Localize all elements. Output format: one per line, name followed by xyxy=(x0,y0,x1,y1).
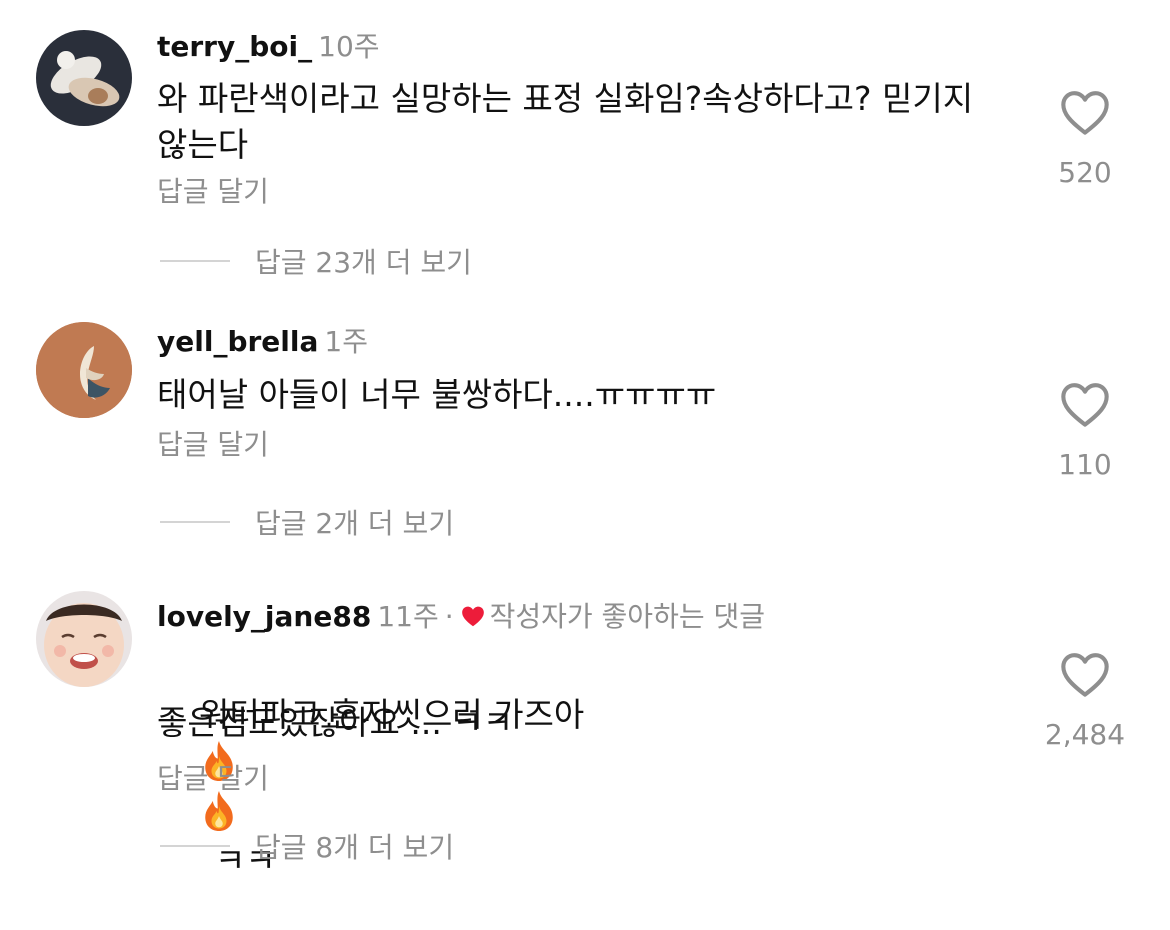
comment-meta: terry_boi_ 10주 xyxy=(157,30,380,64)
comment-text: 와 파란색이라고 실망하는 표정 실화임?속상하다고? 믿기지 않는다 xyxy=(157,79,974,164)
username[interactable]: terry_boi_ xyxy=(157,30,312,63)
avatar[interactable] xyxy=(36,30,132,126)
comment-time: 11주 xyxy=(377,600,439,633)
view-replies-label: 답글 23개 더 보기 xyxy=(255,246,472,279)
comment-meta: yell_brella 1주 xyxy=(157,325,368,359)
username[interactable]: yell_brella xyxy=(157,325,318,358)
separator-dot: · xyxy=(444,600,454,633)
avatar-image xyxy=(36,30,132,126)
heart-outline-icon[interactable] xyxy=(1059,380,1111,428)
view-replies-button[interactable]: 답글 2개 더 보기 xyxy=(160,502,454,542)
divider-line xyxy=(160,260,230,262)
like-group: 2,484 xyxy=(1040,650,1130,751)
comment-meta: lovely_jane88 11주 · 작성자가 좋아하는 댓글 xyxy=(157,600,765,634)
heart-filled-icon xyxy=(461,606,484,627)
creator-liked-label: 작성자가 좋아하는 댓글 xyxy=(489,600,766,633)
like-count: 2,484 xyxy=(1044,718,1126,751)
reply-button[interactable]: 답글 달기 xyxy=(157,175,269,209)
heart-outline-icon[interactable] xyxy=(1059,650,1111,698)
like-count: 520 xyxy=(1058,156,1112,189)
view-replies-label: 답글 2개 더 보기 xyxy=(255,507,455,540)
view-replies-button[interactable]: 답글 8개 더 보기 xyxy=(160,826,454,866)
comment-time: 10주 xyxy=(318,30,380,63)
like-group: 110 xyxy=(1040,380,1130,481)
divider-line xyxy=(160,845,230,847)
comment-time: 1주 xyxy=(324,325,368,358)
reply-button[interactable]: 답글 달기 xyxy=(157,762,269,796)
avatar[interactable] xyxy=(36,591,132,687)
comment-text: 워터파크 혼자씻으러 가즈아 ㅋㅋ xyxy=(157,646,1017,930)
like-group: 520 xyxy=(1040,88,1130,189)
heart-outline-icon[interactable] xyxy=(1059,88,1111,136)
divider-line xyxy=(160,521,230,523)
comment-text: 태어날 아들이 너무 불쌍하다....ㅠㅠㅠㅠ xyxy=(157,375,717,414)
view-replies-label: 답글 8개 더 보기 xyxy=(255,831,455,864)
view-replies-button[interactable]: 답글 23개 더 보기 xyxy=(160,241,472,281)
reply-button[interactable]: 답글 달기 xyxy=(157,428,269,462)
username[interactable]: lovely_jane88 xyxy=(157,600,371,633)
like-count: 110 xyxy=(1058,448,1112,481)
comment-text-line-2: 좋은점도있잖아요 ... ㅋㅋ xyxy=(157,703,514,742)
avatar-image xyxy=(36,591,132,687)
avatar-image xyxy=(36,322,132,418)
avatar[interactable] xyxy=(36,322,132,418)
